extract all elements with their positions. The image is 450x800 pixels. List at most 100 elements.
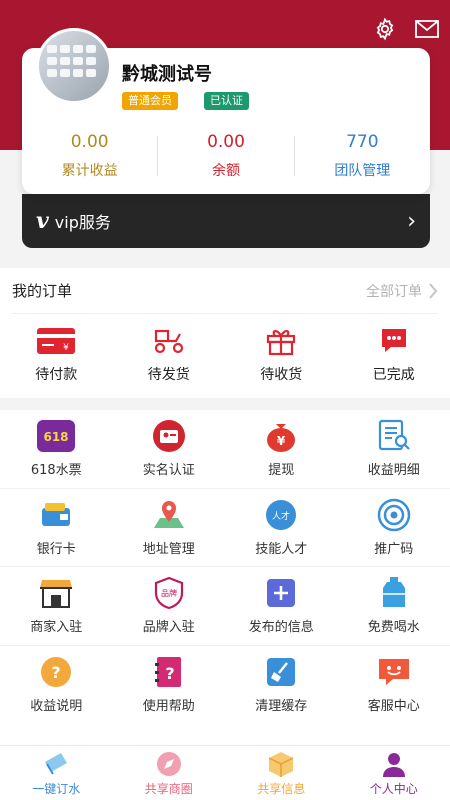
smile-chat-icon	[378, 659, 409, 686]
service-skilled-talent[interactable]: 人才 技能人才	[225, 489, 338, 567]
header-actions	[372, 16, 440, 42]
tab-label: 一键订水	[32, 781, 81, 796]
service-label: 银行卡	[36, 541, 76, 557]
service-label: 提现	[268, 463, 295, 479]
service-real-name-auth[interactable]: 实名认证	[113, 410, 226, 488]
document-search-icon	[378, 420, 410, 451]
service-label: 商家入驻	[30, 620, 83, 636]
stat-value: 0.00	[70, 132, 109, 152]
services-row: 商家入驻 品牌 品牌入驻 发布的信息 免费喝水	[0, 567, 450, 646]
service-withdraw[interactable]: ¥ 提现	[225, 410, 338, 488]
order-pending-payment[interactable]: ¥ 待付款	[0, 326, 113, 384]
service-promo-code[interactable]: 推广码	[338, 489, 450, 567]
stats-row: 0.00 累计收益 0.00 余额 770 团队管理	[22, 128, 430, 184]
tab-shared-info[interactable]: 共享信息	[225, 746, 338, 800]
svg-text:品牌: 品牌	[161, 588, 177, 598]
services-row: ? 收益说明 ? 使用帮助 清理缓存 客服中心	[0, 646, 450, 725]
orders-header: 我的订单 全部订单	[12, 268, 438, 314]
question-circle-icon: ?	[41, 657, 72, 688]
broom-icon	[267, 658, 296, 687]
vip-service-bar[interactable]: v vip服务 ›	[22, 194, 430, 248]
stat-value: 770	[346, 132, 379, 152]
services-row: 银行卡 地址管理 人才 技能人才 推广码	[0, 489, 450, 567]
service-label: 免费喝水	[367, 620, 420, 636]
order-pending-shipment[interactable]: 待发货	[113, 326, 226, 384]
user-profile-icon	[382, 752, 405, 777]
id-card-icon	[152, 420, 185, 453]
vip-label: vip服务	[54, 213, 111, 232]
chevron-right-icon	[429, 282, 438, 299]
service-label: 地址管理	[142, 541, 195, 557]
service-help[interactable]: ? 使用帮助	[113, 646, 226, 725]
service-label: 发布的信息	[248, 620, 314, 636]
stat-balance[interactable]: 0.00 余额	[158, 128, 293, 184]
tab-shared-business[interactable]: 共享商圈	[113, 746, 226, 800]
service-label: 技能人才	[255, 541, 308, 557]
stat-label: 余额	[211, 163, 240, 179]
svg-text:¥: ¥	[63, 343, 69, 353]
stat-total-earnings[interactable]: 0.00 累计收益	[22, 128, 157, 184]
service-address-management[interactable]: 地址管理	[113, 489, 226, 567]
service-label: 实名认证	[142, 463, 195, 479]
service-published-info[interactable]: 发布的信息	[225, 567, 338, 645]
all-orders-link[interactable]: 全部订单	[366, 281, 438, 301]
service-bank-card[interactable]: 银行卡	[0, 489, 113, 567]
service-label: 618水票	[30, 463, 82, 479]
order-pending-receipt[interactable]: 待收货	[225, 326, 338, 384]
gift-box-icon	[267, 330, 296, 356]
service-label: 清理缓存	[255, 699, 308, 715]
chat-bubble-icon	[381, 329, 406, 352]
order-item-label: 已完成	[372, 367, 415, 383]
service-label: 品牌入驻	[142, 620, 195, 636]
credit-card-icon: ¥	[37, 328, 76, 354]
orders-title: 我的订单	[12, 282, 73, 300]
money-bag-icon: ¥	[267, 424, 296, 453]
avatar[interactable]	[36, 28, 112, 104]
order-item-label: 待收货	[260, 367, 303, 383]
stat-value: 0.00	[207, 132, 245, 152]
service-clear-cache[interactable]: 清理缓存	[225, 646, 338, 725]
services-row: 618 618水票 实名认证 ¥ 提现 收益明细	[0, 410, 450, 489]
wallet-icon	[42, 502, 71, 526]
stat-team-management[interactable]: 770 团队管理	[295, 128, 430, 184]
svg-text:618: 618	[44, 430, 69, 444]
order-item-label: 待付款	[35, 367, 78, 383]
water-ticket-tab-icon	[45, 752, 68, 775]
service-free-water[interactable]: 免费喝水	[338, 567, 450, 645]
service-earnings-detail[interactable]: 收益明细	[338, 410, 450, 488]
order-completed[interactable]: 已完成	[338, 326, 450, 384]
service-customer-center[interactable]: 客服中心	[338, 646, 450, 725]
service-label: 推广码	[374, 541, 414, 557]
stat-label: 团队管理	[334, 163, 391, 179]
tab-order-water[interactable]: 一键订水	[0, 746, 113, 800]
settings-gear-icon[interactable]	[372, 16, 398, 42]
brand-shield-icon: 品牌	[154, 577, 183, 610]
service-label: 收益说明	[30, 699, 83, 715]
service-earnings-explanation[interactable]: ? 收益说明	[0, 646, 113, 725]
verified-badge: 已认证	[204, 92, 249, 110]
talent-badge-icon: 人才	[266, 499, 297, 530]
member-badge: 普通会员	[122, 92, 178, 110]
order-item-label: 待发货	[147, 367, 190, 383]
order-status-row: ¥ 待付款 待发货 待收货 已完成	[0, 326, 450, 384]
service-label: 收益明细	[367, 463, 420, 479]
service-brand-join[interactable]: 品牌 品牌入驻	[113, 567, 226, 645]
service-merchant-join[interactable]: 商家入驻	[0, 567, 113, 645]
service-label: 客服中心	[367, 699, 420, 715]
profile-card: 黔城测试号 普通会员 已认证 0.00 累计收益 0.00 余额 770 团队管…	[22, 28, 430, 194]
delivery-scooter-icon	[154, 329, 183, 354]
svg-text:?: ?	[52, 663, 61, 682]
compass-icon	[156, 751, 181, 776]
username: 黔城测试号	[122, 64, 212, 85]
package-box-icon	[268, 751, 294, 777]
bottom-tab-bar: 一键订水 共享商圈 共享信息 个人中心	[0, 745, 450, 800]
svg-text:¥: ¥	[277, 434, 286, 448]
ticket-618-icon: 618	[37, 420, 76, 453]
services-grid: 618 618水票 实名认证 ¥ 提现 收益明细 银行卡 地址管理 人才 技能人…	[0, 410, 450, 745]
all-orders-label: 全部订单	[366, 283, 422, 300]
orders-section: 我的订单 全部订单 ¥ 待付款 待发货 待收货 已完成	[0, 268, 450, 398]
service-water-ticket[interactable]: 618 618水票	[0, 410, 113, 488]
tab-personal-center[interactable]: 个人中心	[338, 746, 450, 800]
svg-text:人才: 人才	[272, 510, 290, 522]
mail-icon[interactable]	[414, 16, 440, 42]
